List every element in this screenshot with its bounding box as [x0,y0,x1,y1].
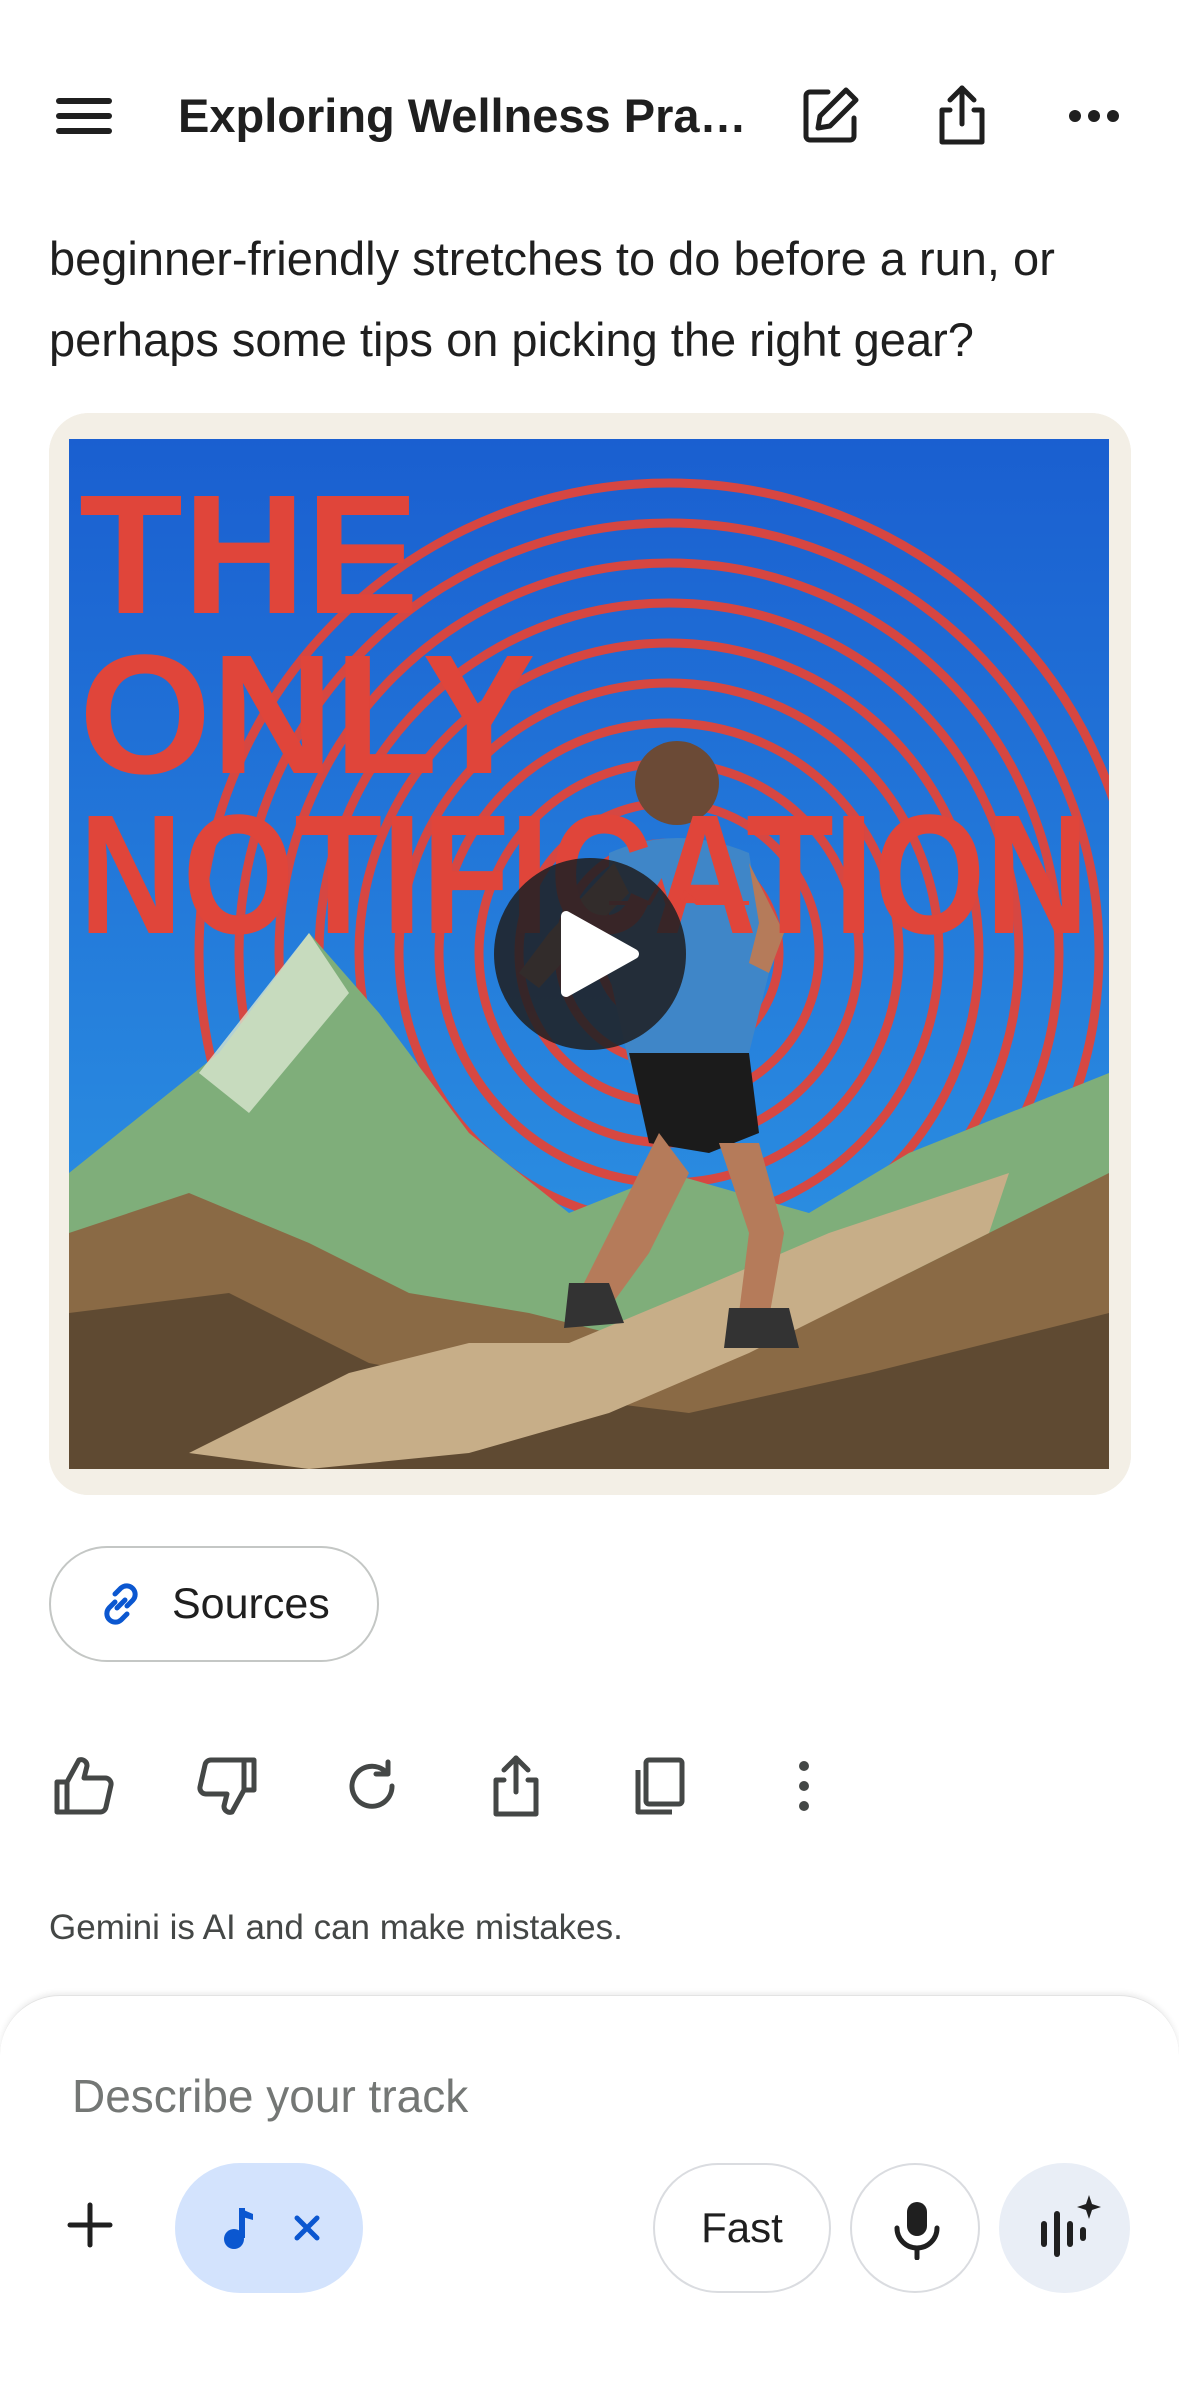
disclaimer-text: Gemini is AI and can make mistakes. [49,1908,623,1947]
thumbs-down-icon[interactable] [194,1752,262,1820]
more-vertical-icon[interactable] [770,1752,838,1820]
refresh-icon[interactable] [338,1752,406,1820]
close-icon[interactable] [289,2210,325,2246]
sources-button[interactable]: Sources [49,1546,379,1662]
share-icon[interactable] [926,80,998,152]
sources-label: Sources [172,1580,330,1628]
prompt-input[interactable]: Describe your track [72,2060,468,2132]
model-mode-button[interactable]: Fast [653,2163,831,2293]
menu-icon[interactable] [48,80,120,152]
microphone-icon [889,2200,945,2260]
plus-icon[interactable] [50,2160,130,2290]
microphone-button[interactable] [850,2163,980,2293]
response-text: beginner-friendly stretches to do before… [49,232,1055,366]
composer-panel [0,1995,1179,2397]
more-horizontal-icon[interactable] [1058,80,1130,152]
sparkle-waveform-icon [1037,2193,1101,2263]
thumbs-up-icon[interactable] [49,1752,117,1820]
live-mode-button[interactable] [999,2163,1130,2293]
edit-icon[interactable] [794,80,866,152]
music-tool-chip[interactable] [175,2163,363,2293]
play-icon [561,911,639,997]
copy-icon[interactable] [626,1752,694,1820]
conversation-title[interactable]: Exploring Wellness Prac... [178,80,748,152]
link-icon [95,1578,147,1630]
play-button[interactable] [494,858,686,1050]
share-response-icon[interactable] [482,1752,550,1820]
music-note-icon [217,2206,261,2250]
top-app-bar: Exploring Wellness Prac... [0,0,1179,190]
video-thumbnail[interactable]: THE ONLY NOTIFICATION [49,413,1131,1495]
